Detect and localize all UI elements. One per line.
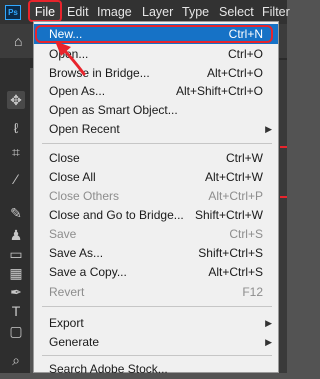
menu-item-shortcut: Ctrl+N [228,27,263,41]
menu-item-label: Open As... [49,84,106,98]
canvas-edge [278,60,287,373]
menu-item-open-as-smart-object[interactable]: Open as Smart Object... [34,100,278,120]
menu-item-save-as[interactable]: Save As... Shift+Ctrl+S [34,243,278,263]
menu-item-shortcut: Ctrl+O [227,47,263,61]
file-menu-dropdown: New... Ctrl+N Open... Ctrl+O Browse in B… [33,21,279,376]
menu-item-open[interactable]: Open... Ctrl+O [34,44,278,64]
menu-item-label: Save As... [49,246,104,260]
menu-item-label: Save [49,227,77,241]
lasso-icon[interactable]: ℓ [7,119,25,137]
menu-item-save-a-copy[interactable]: Save a Copy... Alt+Ctrl+S [34,262,278,282]
gradient-icon[interactable]: ▦ [7,264,25,282]
menu-item-shortcut: Ctrl+W [226,151,263,165]
menu-item-close[interactable]: Close Ctrl+W [34,148,278,168]
menu-item-close-others: Close Others Alt+Ctrl+P [34,186,278,206]
menu-item-label: Open as Smart Object... [49,103,178,117]
menu-item-shortcut: F12 [242,285,263,299]
home-icon[interactable]: ⌂ [14,33,22,49]
menu-item-browse-in-bridge[interactable]: Browse in Bridge... Alt+Ctrl+O [34,63,278,83]
eraser-icon[interactable]: ▭ [7,245,25,263]
menu-item-shortcut: Alt+Ctrl+O [206,66,263,80]
move-icon[interactable]: ✥ [7,91,25,109]
photoshop-logo: Ps [5,5,21,20]
menu-item-shortcut: Shift+Ctrl+W [194,208,263,222]
stamp-icon[interactable]: ♟ [7,226,25,244]
menu-item-close-and-go-to-bridge[interactable]: Close and Go to Bridge... Shift+Ctrl+W [34,205,278,225]
menu-item-label: Open Recent [49,122,120,136]
submenu-arrow-icon: ▶ [265,337,272,347]
type-icon[interactable]: T [7,302,25,320]
menu-item-search-adobe-stock[interactable]: Search Adobe Stock... [34,359,278,379]
brush-icon[interactable]: ✎ [7,204,25,222]
rectangle-icon[interactable]: ▢ [7,322,25,340]
zoom-icon[interactable]: ⌕ [7,351,25,369]
menu-item-shortcut: Ctrl+S [229,227,263,241]
menu-item-shortcut: Alt+Ctrl+P [208,189,263,203]
pen-icon[interactable]: ✒ [7,283,25,301]
menu-separator [42,306,272,307]
menu-item-open-recent[interactable]: Open Recent ▶ [34,119,278,139]
menu-item-label: Export [49,316,84,330]
menu-item-shortcut: Alt+Ctrl+W [204,170,263,184]
submenu-arrow-icon: ▶ [265,124,272,134]
menu-file[interactable]: File [28,0,62,22]
menu-item-export[interactable]: Export ▶ [34,313,278,333]
menu-item-shortcut: Shift+Ctrl+S [198,246,263,260]
menu-item-new[interactable]: New... Ctrl+N [34,24,278,44]
menu-item-label: Browse in Bridge... [49,66,150,80]
menu-item-shortcut: Alt+Shift+Ctrl+O [175,84,263,98]
menu-item-label: New... [49,27,83,41]
submenu-arrow-icon: ▶ [265,318,272,328]
menu-item-label: Generate [49,335,100,349]
menu-item-label: Save a Copy... [49,265,127,279]
menu-item-label: Close Others [49,189,120,203]
menu-item-label: Close [49,151,80,165]
menu-separator [42,355,272,356]
menu-item-shortcut: Alt+Ctrl+S [208,265,263,279]
crop-icon[interactable]: ⌗ [7,143,25,161]
menu-item-close-all[interactable]: Close All Alt+Ctrl+W [34,167,278,187]
eyedropper-icon[interactable]: ⁄ [7,170,25,188]
menu-item-open-as[interactable]: Open As... Alt+Shift+Ctrl+O [34,81,278,101]
annotation-mark [280,196,287,198]
menu-item-generate[interactable]: Generate ▶ [34,332,278,352]
menu-item-label: Close All [49,170,96,184]
menu-item-label: Revert [49,285,85,299]
menu-item-label: Search Adobe Stock... [49,362,168,376]
menu-separator [42,143,272,144]
annotation-mark [280,146,287,148]
menu-item-label: Close and Go to Bridge... [49,208,184,222]
menu-item-label: Open... [49,47,89,61]
menu-item-save: Save Ctrl+S [34,224,278,244]
menu-item-revert: Revert F12 [34,282,278,302]
